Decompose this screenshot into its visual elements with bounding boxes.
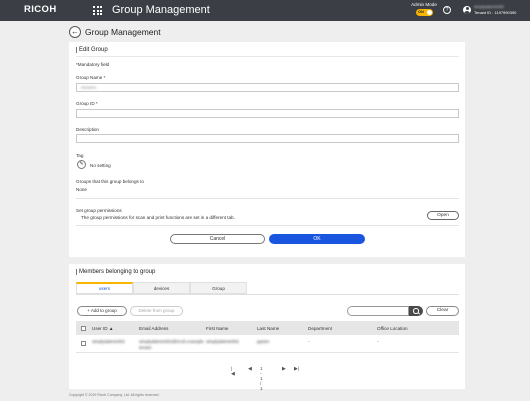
- section-divider: [76, 56, 459, 57]
- app-grid-icon[interactable]: [93, 6, 102, 15]
- tab-devices[interactable]: devices: [133, 282, 190, 294]
- group-id-field[interactable]: [76, 109, 459, 118]
- delete-from-group-button[interactable]: Delete from group: [130, 306, 183, 316]
- ricoh-logo: RICOH: [24, 4, 57, 15]
- column-last-name[interactable]: Last Name: [257, 326, 279, 331]
- tab-divider: [76, 294, 459, 295]
- column-department[interactable]: Department: [308, 326, 332, 331]
- tag-value: No setting: [90, 163, 111, 168]
- tab-users[interactable]: users: [76, 282, 133, 294]
- tab-group[interactable]: Group: [190, 282, 247, 294]
- last-page-icon[interactable]: ▶|: [294, 367, 299, 372]
- clear-button[interactable]: Clear: [426, 306, 459, 316]
- description-label: Description: [76, 127, 99, 132]
- divider: [76, 198, 459, 199]
- cell-office-location: -: [377, 339, 379, 344]
- user-circle-icon[interactable]: [463, 6, 471, 14]
- tenant-id: Tenant ID : 1197990390: [474, 10, 517, 15]
- search-icon[interactable]: [409, 306, 423, 316]
- belongs-value: None: [76, 187, 87, 192]
- cell-last-name: ppeter: [257, 339, 270, 344]
- next-page-icon[interactable]: ▶: [282, 367, 286, 372]
- pencil-icon[interactable]: ✎: [77, 160, 86, 169]
- cell-user-id: simplydatmin002: [92, 339, 125, 344]
- page-title: Group Management: [85, 27, 161, 37]
- cell-email: simplydatmin002@ricoh.example: [139, 339, 204, 344]
- belongs-label: Groups that this group belongs to: [76, 179, 144, 184]
- add-to-group-button[interactable]: + Add to group: [77, 306, 127, 316]
- tag-label: Tag: [76, 153, 84, 158]
- admin-mode-label: Admin Mode: [411, 2, 437, 7]
- group-name-label: Group Name *: [76, 75, 106, 80]
- app-title: Group Management: [112, 3, 210, 16]
- copyright: Copyright © 2019 Ricoh Company, Ltd. All…: [69, 393, 160, 397]
- search-input[interactable]: [347, 306, 409, 316]
- open-permissions-button[interactable]: Open: [427, 211, 459, 220]
- page-indicator: 1 - 1 / 1: [260, 367, 263, 392]
- edit-group-title: Edit Group: [76, 47, 108, 53]
- table-header: User ID ▲ Email Address First Name Last …: [76, 321, 459, 335]
- arrow-left-icon[interactable]: ←: [69, 26, 81, 38]
- column-office-location[interactable]: Office Location: [377, 326, 408, 331]
- user-info[interactable]: simplydatmin002 Tenant ID : 1197990390: [474, 4, 516, 16]
- table-row[interactable]: simplydatmin002 simplydatmin002@ricoh.ex…: [76, 335, 459, 353]
- edit-group-panel: Edit Group *Mandatory field Group Name *…: [69, 42, 465, 257]
- divider: [76, 225, 459, 226]
- prev-page-icon[interactable]: ◀: [248, 367, 252, 372]
- group-name-field[interactable]: mmmm: [76, 83, 459, 92]
- members-title: Members belonging to group: [76, 269, 155, 275]
- user-name: simplydatmin002: [474, 4, 505, 9]
- column-email[interactable]: Email Address: [139, 326, 168, 331]
- admin-mode-switch[interactable]: Admin Mode ON: [408, 2, 440, 16]
- first-page-icon[interactable]: |◀: [231, 367, 235, 377]
- cell-first-name: simplydatmin002: [206, 339, 239, 344]
- group-id-label: Group ID *: [76, 101, 98, 106]
- column-user-id[interactable]: User ID ▲: [92, 326, 113, 331]
- permissions-label: Set group permissions: [76, 208, 122, 213]
- member-tabs: users devices Group: [76, 282, 247, 294]
- description-field[interactable]: [76, 134, 459, 143]
- toggle-knob: [426, 9, 432, 15]
- toggle-label: ON: [418, 9, 424, 14]
- top-header: RICOH Group Management Admin Mode ON ? s…: [0, 0, 530, 21]
- permissions-note: The group permissions for scan and print…: [81, 215, 235, 220]
- cell-department: -: [308, 339, 310, 344]
- members-panel: Members belonging to group users devices…: [69, 264, 465, 392]
- column-first-name[interactable]: First Name: [206, 326, 228, 331]
- admin-mode-toggle[interactable]: ON: [415, 8, 433, 16]
- question-circle-icon[interactable]: ?: [443, 6, 451, 14]
- select-all-checkbox[interactable]: [81, 325, 86, 331]
- mandatory-note: *Mandatory field: [76, 62, 110, 67]
- ok-button[interactable]: OK: [269, 234, 365, 244]
- row-checkbox[interactable]: [81, 341, 86, 346]
- cancel-button[interactable]: Cancel: [170, 234, 265, 244]
- group-name-value: mmmm: [81, 85, 96, 90]
- cell-email-line2: tenant: [139, 345, 152, 350]
